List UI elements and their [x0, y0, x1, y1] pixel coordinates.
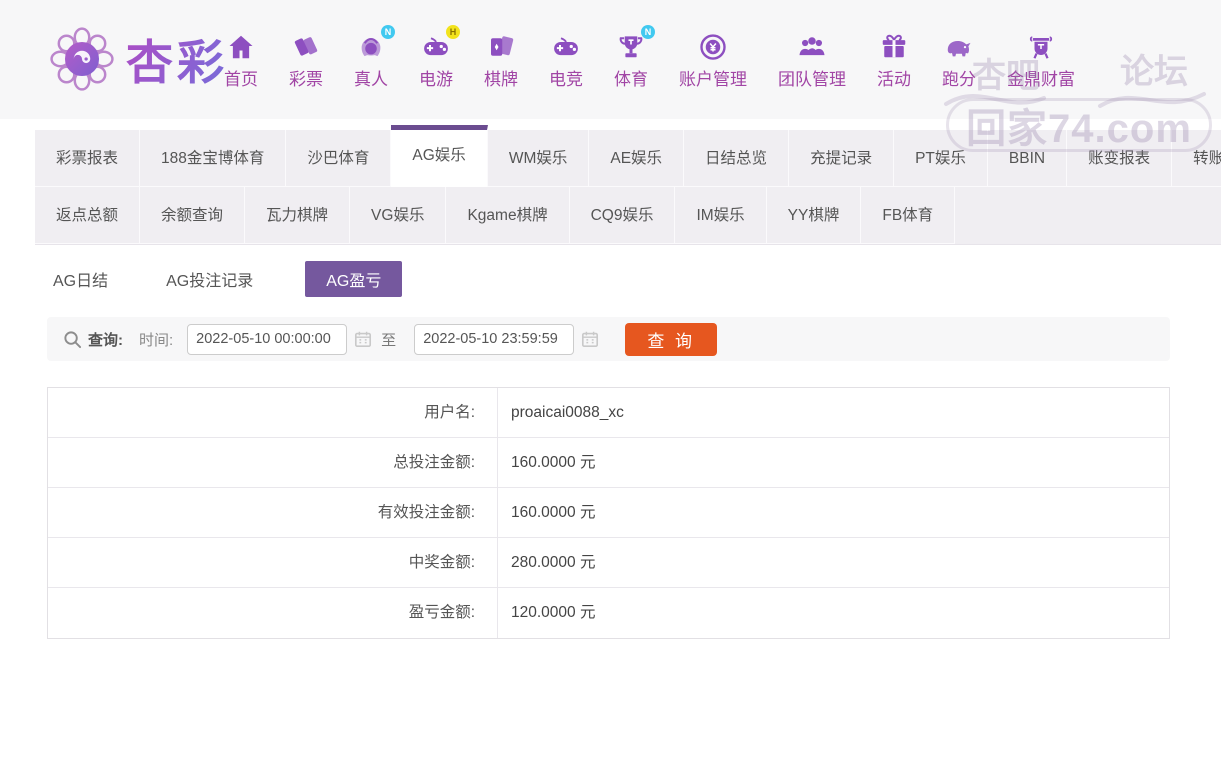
tab-item[interactable]: WM娱乐 [487, 130, 590, 187]
tab-item[interactable]: IM娱乐 [675, 187, 767, 244]
time-from-input[interactable] [187, 323, 348, 355]
tab-row-2: 返点总额 余额查询 瓦力棋牌 VG娱乐 Kgame棋牌 CQ9娱乐 IM娱乐 Y… [35, 187, 1221, 244]
poker-cards-icon [485, 32, 517, 62]
page: 杏彩 首页 彩票 N 真人 H 电游 棋牌 电竞 N 体育 账户管理 团队管理 … [0, 0, 1221, 769]
query-label: 查询: [88, 331, 123, 349]
tab-row-1: 彩票报表 188金宝博体育 沙巴体育 AG娱乐 WM娱乐 AE娱乐 日结总览 充… [35, 125, 1221, 187]
live-person-icon: N [355, 25, 395, 62]
nav-label: 首页 [224, 70, 258, 89]
query-bar: 查询: 时间: 至 查 询 [47, 317, 1170, 361]
nav-label: 金鼎财富 [1007, 70, 1075, 89]
tab-item[interactable]: 188金宝博体育 [140, 130, 287, 187]
nav-label: 体育 [614, 70, 648, 89]
row-label: 盈亏金额: [48, 588, 498, 638]
nav-item[interactable]: 跑分 [942, 32, 976, 90]
subtab-item[interactable]: AG日结 [47, 261, 114, 297]
nav-item[interactable]: 电竞 [549, 32, 583, 90]
tab-item[interactable]: YY棋牌 [766, 187, 862, 244]
header: 杏彩 首页 彩票 N 真人 H 电游 棋牌 电竞 N 体育 账户管理 团队管理 … [0, 0, 1221, 119]
tab-item[interactable]: CQ9娱乐 [569, 187, 676, 244]
esports-gamepad-icon [550, 32, 582, 62]
calendar-icon[interactable] [581, 330, 599, 348]
nav-label: 团队管理 [778, 70, 846, 89]
home-icon [225, 32, 257, 62]
search-icon [63, 330, 82, 349]
nav-item[interactable]: N 体育 [614, 25, 655, 90]
tab-item[interactable]: 账变报表 [1067, 130, 1173, 187]
tab-item[interactable]: VG娱乐 [350, 187, 447, 244]
table-row: 盈亏金额: 120.0000 元 [48, 588, 1169, 638]
tab-item[interactable]: AE娱乐 [589, 130, 685, 187]
row-label: 用户名: [48, 388, 498, 437]
tab-item[interactable]: 充提记录 [789, 130, 895, 187]
nav-item[interactable]: 首页 [224, 32, 258, 90]
table-row: 总投注金额: 160.0000 元 [48, 438, 1169, 488]
table-row: 中奖金额: 280.0000 元 [48, 538, 1169, 588]
tab-item[interactable]: 瓦力棋牌 [245, 187, 351, 244]
row-value: 160.0000 元 [511, 504, 596, 521]
tab-item[interactable]: 日结总览 [684, 130, 790, 187]
row-value: 120.0000 元 [511, 604, 596, 621]
report-tab-bar: 彩票报表 188金宝博体育 沙巴体育 AG娱乐 WM娱乐 AE娱乐 日结总览 充… [35, 125, 1221, 245]
nav-badge: H [446, 25, 460, 39]
row-value: 280.0000 元 [511, 554, 596, 571]
tab-item[interactable]: Kgame棋牌 [446, 187, 570, 244]
main-nav: 首页 彩票 N 真人 H 电游 棋牌 电竞 N 体育 账户管理 团队管理 活动 … [224, 25, 1211, 90]
lottery-ticket-icon [290, 32, 322, 62]
nav-badge: N [381, 25, 395, 39]
rhino-icon [943, 32, 975, 62]
subtab-bar: AG日结 AG投注记录 AG盈亏 [47, 261, 403, 297]
tab-item[interactable]: 转账报表 [1172, 130, 1221, 187]
tab-item[interactable]: AG娱乐 [391, 125, 488, 187]
tab-item[interactable]: 沙巴体育 [286, 130, 392, 187]
nav-item[interactable]: 活动 [877, 32, 911, 90]
time-to-input[interactable] [414, 323, 575, 355]
query-submit-button[interactable]: 查 询 [625, 322, 718, 356]
nav-label: 电竞 [549, 70, 583, 89]
brand-logo[interactable]: 杏彩 [46, 24, 228, 93]
tab-item[interactable]: FB体育 [861, 187, 956, 244]
nav-item[interactable]: H 电游 [419, 25, 460, 90]
row-label: 有效投注金额: [48, 488, 498, 537]
logo-flower-icon [50, 26, 114, 91]
row-label: 中奖金额: [48, 538, 498, 587]
nav-badge: N [641, 25, 655, 39]
row-value: 160.0000 元 [511, 454, 596, 471]
table-row: 用户名: proaicai0088_xc [48, 388, 1169, 438]
row-value: proaicai0088_xc [511, 404, 624, 421]
nav-item[interactable]: 金鼎财富 [1007, 32, 1075, 90]
tab-item[interactable]: PT娱乐 [894, 130, 988, 187]
sports-trophy-icon: N [615, 25, 655, 62]
nav-label: 电游 [419, 70, 453, 89]
nav-item[interactable]: 棋牌 [484, 32, 518, 90]
tab-item[interactable]: 彩票报表 [35, 130, 141, 187]
nav-label: 活动 [877, 70, 911, 89]
team-people-icon [796, 32, 828, 62]
subtab-item[interactable]: AG盈亏 [305, 261, 403, 297]
account-coin-icon [697, 32, 729, 62]
logo-text: 杏彩 [126, 24, 228, 93]
nav-item[interactable]: 团队管理 [778, 32, 846, 90]
tab-item[interactable]: 返点总额 [35, 187, 141, 244]
nav-item[interactable]: 彩票 [289, 32, 323, 90]
nav-item[interactable]: N 真人 [354, 25, 395, 90]
time-label: 时间: [139, 331, 174, 349]
activity-gift-icon [878, 32, 910, 62]
subtab-item[interactable]: AG投注记录 [160, 261, 259, 297]
nav-label: 棋牌 [484, 70, 518, 89]
nav-label: 账户管理 [679, 70, 747, 89]
report-table: 用户名: proaicai0088_xc 总投注金额: 160.0000 元 有… [47, 387, 1170, 639]
nav-item[interactable]: 账户管理 [679, 32, 747, 90]
table-row: 有效投注金额: 160.0000 元 [48, 488, 1169, 538]
tab-item[interactable]: BBIN [987, 130, 1068, 187]
nav-label: 真人 [354, 70, 388, 89]
nav-label: 彩票 [289, 70, 323, 89]
slots-gamepad-icon: H [420, 25, 460, 62]
between-label: 至 [381, 331, 397, 349]
nav-label: 跑分 [942, 70, 976, 89]
row-label: 总投注金额: [48, 438, 498, 487]
tab-item[interactable]: 余额查询 [140, 187, 246, 244]
ding-wealth-icon [1025, 32, 1057, 62]
calendar-icon[interactable] [354, 330, 372, 348]
